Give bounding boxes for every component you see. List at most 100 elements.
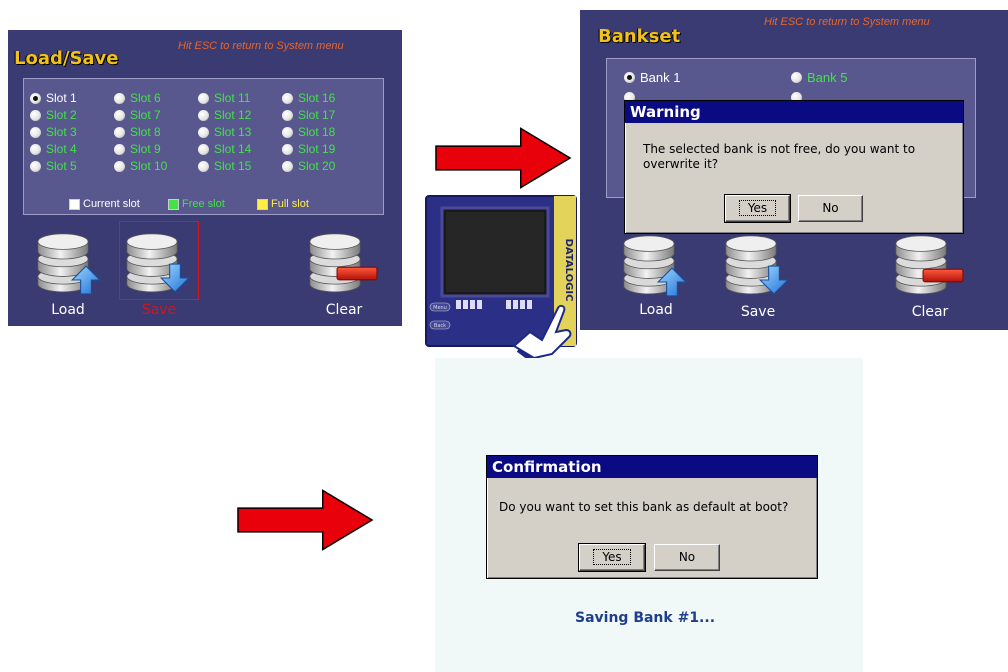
slot-label: Slot 19 xyxy=(298,142,336,156)
slot-label: Slot 17 xyxy=(298,108,336,122)
radio-dot-icon xyxy=(114,92,125,104)
database-clear-icon xyxy=(309,233,378,293)
load-label: Load xyxy=(51,302,85,318)
slot-label: Slot 11 xyxy=(214,91,251,105)
database-upload-icon xyxy=(37,233,101,295)
radio-dot-icon xyxy=(114,109,125,121)
radio-dot-icon xyxy=(791,72,802,83)
slot-radio[interactable]: Slot 7 xyxy=(114,108,161,122)
yes-label: Yes xyxy=(593,549,631,565)
legend-free-slot: Free slot xyxy=(168,198,225,210)
bankset-screen: Bankset Hit ESC to return to System menu… xyxy=(580,10,1008,330)
radio-dot-icon xyxy=(114,160,125,172)
esc-hint: Hit ESC to return to System menu xyxy=(764,16,930,28)
saving-status: Saving Bank #1... xyxy=(575,610,716,626)
current-slot-swatch xyxy=(69,198,80,210)
no-label: No xyxy=(822,201,839,215)
no-button[interactable]: No xyxy=(654,544,720,571)
dialog-message: The selected bank is not free, do you wa… xyxy=(643,142,916,171)
bank-label: Bank 1 xyxy=(640,70,681,85)
database-download-icon xyxy=(126,233,190,293)
legend-free-label: Free slot xyxy=(182,198,225,210)
radio-dot-icon xyxy=(198,160,209,172)
slot-radio[interactable]: Slot 10 xyxy=(114,159,167,173)
slot-radio[interactable]: Slot 20 xyxy=(282,159,335,173)
svg-text:DATALOGIC: DATALOGIC xyxy=(563,239,574,302)
back-key-label: Back xyxy=(434,323,446,329)
radio-dot-icon xyxy=(282,109,293,121)
slot-label: Slot 14 xyxy=(214,142,252,156)
confirmation-panel: Confirmation Do you want to set this ban… xyxy=(435,358,863,672)
slot-label: Slot 4 xyxy=(46,142,77,156)
confirmation-dialog: Confirmation Do you want to set this ban… xyxy=(486,455,818,579)
bank-radio-5[interactable]: Bank 5 xyxy=(791,70,847,85)
slot-radio[interactable]: Slot 8 xyxy=(114,125,161,139)
load-save-screen: Load/Save Hit ESC to return to System me… xyxy=(8,30,402,326)
slot-radio[interactable]: Slot 2 xyxy=(30,108,77,122)
database-upload-icon xyxy=(623,235,687,297)
legend-full-slot: Full slot xyxy=(257,198,309,210)
slot-radio[interactable]: Slot 12 xyxy=(198,108,251,122)
warning-dialog: Warning The selected bank is not free, d… xyxy=(624,100,964,234)
bank-radio-1[interactable]: Bank 1 xyxy=(624,70,680,85)
slot-radio[interactable]: Slot 1 xyxy=(30,91,77,105)
database-download-icon xyxy=(725,235,789,295)
radio-dot-icon xyxy=(624,72,635,83)
radio-dot-icon xyxy=(198,126,209,138)
slot-label: Slot 16 xyxy=(298,91,336,105)
arrow-right-icon xyxy=(237,489,373,551)
yes-label: Yes xyxy=(738,200,777,216)
slot-radio[interactable]: Slot 3 xyxy=(30,125,77,139)
radio-dot-icon xyxy=(282,143,293,155)
full-slot-swatch xyxy=(257,198,268,210)
load-label: Load xyxy=(639,302,673,318)
slot-radio[interactable]: Slot 16 xyxy=(282,91,335,105)
bank-label: Bank 5 xyxy=(807,70,848,85)
slot-label: Slot 15 xyxy=(214,159,252,173)
screen-title: Bankset xyxy=(598,26,681,47)
radio-dot-icon xyxy=(198,143,209,155)
radio-dot-icon xyxy=(30,126,41,138)
clear-label: Clear xyxy=(911,304,949,320)
database-clear-icon xyxy=(895,235,964,295)
legend-current-slot: Current slot xyxy=(69,198,140,210)
slot-radio[interactable]: Slot 6 xyxy=(114,91,161,105)
slot-radio[interactable]: Slot 14 xyxy=(198,142,251,156)
yes-button[interactable]: Yes xyxy=(724,194,791,223)
slot-label: Slot 13 xyxy=(214,125,252,139)
slot-radio[interactable]: Slot 17 xyxy=(282,108,335,122)
yes-button[interactable]: Yes xyxy=(578,543,646,572)
slot-radio[interactable]: Slot 5 xyxy=(30,159,77,173)
radio-dot-icon xyxy=(198,109,209,121)
slot-radio[interactable]: Slot 9 xyxy=(114,142,161,156)
save-label: Save xyxy=(740,304,776,320)
slot-radio[interactable]: Slot 15 xyxy=(198,159,251,173)
arrow-right-icon xyxy=(435,127,571,189)
slot-label: Slot 6 xyxy=(130,91,161,105)
datalogic-device-icon: DATALOGIC Menu Back xyxy=(425,195,577,364)
slot-label: Slot 7 xyxy=(130,108,161,122)
menu-key-label: Menu xyxy=(433,305,447,311)
slot-label: Slot 9 xyxy=(130,142,161,156)
slot-radio[interactable]: Slot 18 xyxy=(282,125,335,139)
radio-dot-icon xyxy=(30,160,41,172)
slot-radio[interactable]: Slot 19 xyxy=(282,142,335,156)
esc-hint: Hit ESC to return to System menu xyxy=(178,40,344,52)
radio-dot-icon xyxy=(198,92,209,104)
legend-full-label: Full slot xyxy=(271,198,309,210)
no-button[interactable]: No xyxy=(798,195,863,222)
screen-title: Load/Save xyxy=(14,48,119,69)
radio-dot-icon xyxy=(114,126,125,138)
device-image: DATALOGIC Menu Back xyxy=(420,190,580,364)
slot-label: Slot 18 xyxy=(298,125,336,139)
radio-dot-icon xyxy=(282,92,293,104)
slot-radio[interactable]: Slot 4 xyxy=(30,142,77,156)
slot-label: Slot 2 xyxy=(46,108,77,122)
slot-radio[interactable]: Slot 13 xyxy=(198,125,251,139)
slot-label: Slot 20 xyxy=(298,159,336,173)
slot-radio[interactable]: Slot 11 xyxy=(198,91,250,105)
clear-label: Clear xyxy=(325,302,363,318)
legend-current-label: Current slot xyxy=(83,198,140,210)
radio-dot-icon xyxy=(30,92,41,104)
slot-label: Slot 12 xyxy=(214,108,252,122)
